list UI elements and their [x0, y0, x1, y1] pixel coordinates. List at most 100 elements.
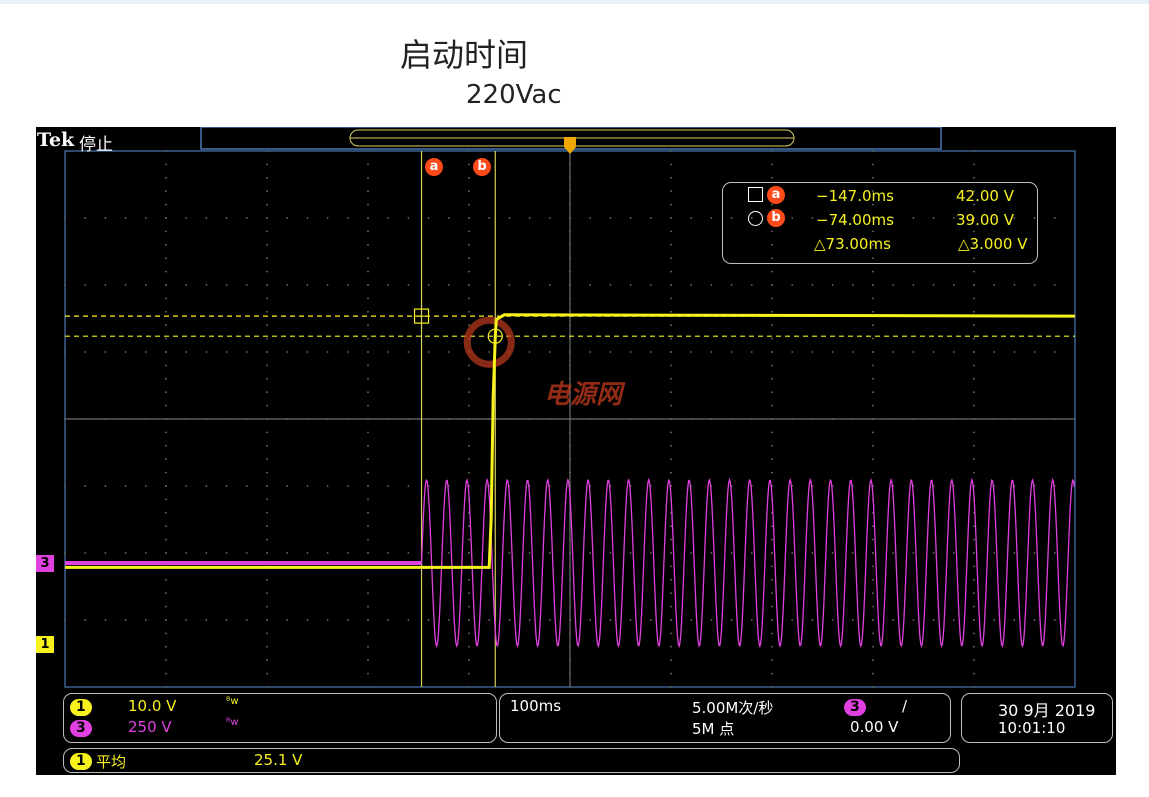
grid-dot [266, 163, 268, 166]
grid-dot [771, 458, 773, 461]
grid-dot [670, 351, 672, 353]
cursor-b-circle-icon [748, 211, 763, 226]
grid-dot [346, 217, 349, 219]
grid-dot [892, 552, 895, 554]
grid-dot [973, 645, 975, 648]
grid-dot [266, 270, 268, 273]
grid-dot [771, 176, 773, 179]
grid-dot [771, 592, 773, 595]
grid-dot [367, 578, 369, 581]
grid-dot [468, 324, 470, 327]
grid-dot [185, 619, 188, 621]
grid-dot [872, 351, 874, 353]
grid-dot [973, 538, 975, 541]
grid-dot [508, 552, 511, 554]
grid-dot [144, 351, 147, 353]
grid-dot [266, 190, 268, 193]
grid-dot [266, 364, 268, 367]
grid-dot [710, 619, 713, 621]
grid-dot [831, 619, 834, 621]
grid-dot [710, 284, 713, 286]
grid-dot [670, 364, 672, 367]
grid-dot [286, 552, 289, 554]
grid-dot [468, 243, 470, 246]
grid-dot [64, 619, 66, 621]
grid-dot [387, 351, 390, 353]
grid-dot [872, 619, 874, 621]
grid-dot [670, 686, 672, 688]
grid-dot [670, 310, 672, 313]
cursor-a-time: −147.0ms [816, 187, 894, 205]
grid-dot [851, 619, 854, 621]
grid-dot [872, 150, 874, 152]
grid-dot [973, 471, 975, 474]
grid-dot [609, 351, 612, 353]
grid-dot [771, 471, 773, 474]
grid-dot [771, 351, 773, 353]
grid-dot [124, 552, 127, 554]
grid-dot [367, 270, 369, 273]
grid-dot [306, 485, 309, 487]
grid-dot [266, 578, 268, 581]
grid-dot [266, 471, 268, 474]
grid-dot [670, 605, 672, 608]
grid-dot [670, 243, 672, 246]
grid-dot [670, 552, 672, 554]
grid-dot [1053, 284, 1056, 286]
grid-dot [872, 458, 874, 461]
grid-dot [670, 525, 672, 528]
grid-dot [670, 297, 672, 300]
grid-dot [548, 351, 551, 353]
page-subtitle: 220Vac [466, 80, 562, 110]
grid-dot [367, 364, 369, 367]
grid-dot [609, 217, 612, 219]
grid-dot [367, 404, 369, 407]
grid-dot [447, 284, 450, 286]
grid-dot [589, 284, 592, 286]
grid-dot [427, 351, 430, 353]
grid-dot [690, 217, 693, 219]
grid-dot [508, 284, 511, 286]
grid-dot [548, 552, 551, 554]
grid-dot [84, 351, 87, 353]
grid-dot [629, 351, 632, 353]
grid-dot [670, 284, 672, 286]
grid-dot [225, 351, 228, 353]
grid-dot [468, 431, 470, 434]
grid-dot [387, 485, 390, 487]
grid-dot [771, 310, 773, 313]
grid-dot [346, 619, 349, 621]
grid-dot [730, 351, 733, 353]
grid-dot [266, 203, 268, 206]
grid-dot [872, 364, 874, 367]
grid-dot [165, 552, 167, 554]
cursor-delta-time: △73.00ms [814, 235, 891, 253]
grid-dot [629, 552, 632, 554]
grid-dot [670, 458, 672, 461]
grid-dot [144, 485, 147, 487]
cursor-b-badge: b [767, 209, 785, 227]
grid-dot [468, 525, 470, 528]
grid-dot [367, 176, 369, 179]
grid-dot [589, 619, 592, 621]
grid-dot [831, 552, 834, 554]
grid-dot [165, 498, 167, 501]
grid-dot [932, 552, 935, 554]
grid-dot [468, 364, 470, 367]
grid-dot [690, 351, 693, 353]
grid-dot [286, 619, 289, 621]
grid-dot [64, 284, 66, 286]
grid-dot [165, 190, 167, 193]
grid-dot [548, 619, 551, 621]
grid-dot [993, 284, 996, 286]
grid-dot [670, 230, 672, 233]
grid-dot [165, 243, 167, 246]
grid-dot [973, 270, 975, 273]
grid-dot [286, 217, 289, 219]
grid-dot [488, 619, 491, 621]
grid-dot [346, 552, 349, 554]
grid-dot [468, 672, 470, 675]
grid-dot [266, 686, 268, 688]
grid-dot [165, 257, 167, 260]
grid-dot [286, 284, 289, 286]
